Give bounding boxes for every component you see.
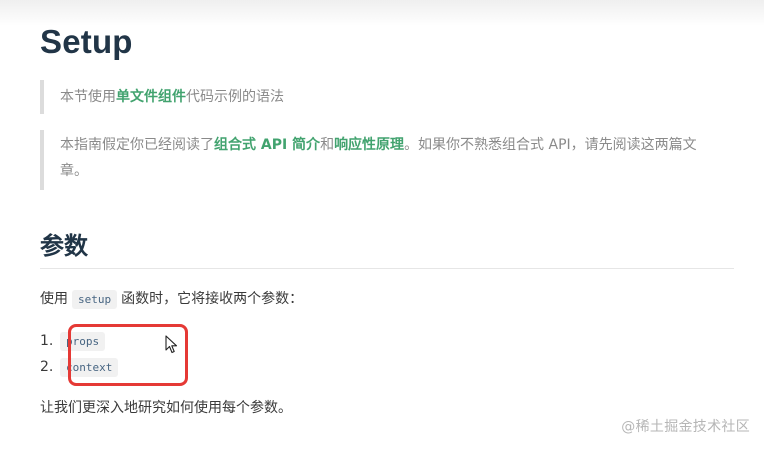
tip2-text-before: 本指南假定你已经阅读了 [60,137,214,153]
tip1-text-after: 代码示例的语法 [186,89,284,105]
code-props: props [60,332,106,351]
outro-paragraph: 让我们更深入地研究如何使用每个参数。 [40,400,292,416]
code-setup: setup [72,290,118,309]
watermark: @稀土掘金技术社区 [621,419,750,435]
link-sfc[interactable]: 单文件组件 [116,89,186,105]
tip-sfc-syntax: 本节使用单文件组件代码示例的语法 [40,80,736,114]
link-reactivity-in-depth[interactable]: 响应性原理 [334,137,404,153]
arguments-list: 1. props 2. context [40,328,122,380]
intro-text-after: 函数时，它将接收两个参数： [121,291,304,307]
list-item: 2. context [40,354,122,380]
tip1-text-before: 本节使用 [60,89,116,105]
list-item-number: 2. [40,359,54,375]
intro-text-before: 使用 [40,291,68,307]
setup-intro-paragraph: 使用 setup 函数时，它将接收两个参数： [40,287,303,312]
mouse-pointer-icon [165,335,178,354]
list-item: 1. props [40,328,122,354]
list-item-number: 1. [40,333,54,349]
section-title-arguments: 参数 [40,232,88,260]
docs-page: Setup 本节使用单文件组件代码示例的语法 本指南假定你已经阅读了组合式 AP… [0,0,764,452]
link-composition-api-intro[interactable]: 组合式 API 简介 [214,137,320,153]
code-context: context [60,358,119,377]
tip-prerequisites: 本指南假定你已经阅读了组合式 API 简介和响应性原理。如果你不熟悉组合式 AP… [40,130,716,190]
section-divider [40,268,734,269]
tip2-text-and: 和 [320,137,335,153]
page-title: Setup [40,23,133,60]
